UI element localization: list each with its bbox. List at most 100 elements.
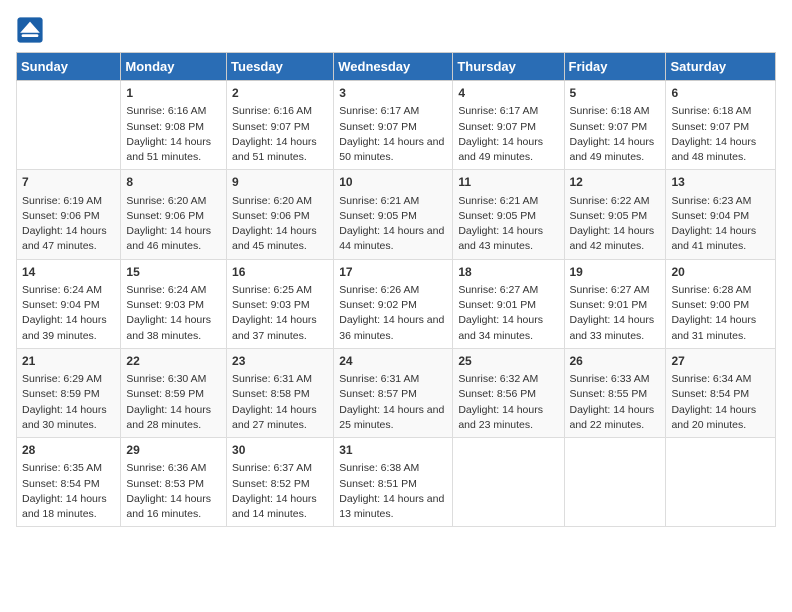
cell-sunrise: Sunrise: 6:23 AM <box>671 194 770 209</box>
cell-sunrise: Sunrise: 6:16 AM <box>126 104 221 119</box>
cell-sunrise: Sunrise: 6:16 AM <box>232 104 328 119</box>
day-number: 29 <box>126 442 221 459</box>
cell-sunset: Sunset: 8:57 PM <box>339 387 447 402</box>
calendar-cell: 2 Sunrise: 6:16 AMSunset: 9:07 PMDaylight… <box>227 81 334 170</box>
calendar-cell: 7Sunrise: 6:19 AMSunset: 9:06 PMDaylight… <box>17 170 121 259</box>
cell-daylight: Daylight: 14 hours and 36 minutes. <box>339 313 447 343</box>
cell-sunset: Sunset: 9:02 PM <box>339 298 447 313</box>
calendar-cell: 6Sunrise: 6:18 AMSunset: 9:07 PMDaylight… <box>666 81 776 170</box>
cell-daylight: Daylight: 14 hours and 18 minutes. <box>22 492 115 522</box>
calendar-cell: 8Sunrise: 6:20 AMSunset: 9:06 PMDaylight… <box>121 170 227 259</box>
day-number: 10 <box>339 174 447 191</box>
calendar-cell: 19Sunrise: 6:27 AMSunset: 9:01 PMDayligh… <box>564 259 666 348</box>
calendar-cell: 10Sunrise: 6:21 AMSunset: 9:05 PMDayligh… <box>334 170 453 259</box>
day-number: 25 <box>458 353 558 370</box>
cell-sunset: Sunset: 9:00 PM <box>671 298 770 313</box>
cell-daylight: Daylight: 14 hours and 47 minutes. <box>22 224 115 254</box>
day-number: 2 <box>232 85 328 102</box>
cell-sunset: Sunset: 9:07 PM <box>570 120 661 135</box>
cell-sunset: Sunset: 9:03 PM <box>232 298 328 313</box>
cell-daylight: Daylight: 14 hours and 49 minutes. <box>570 135 661 165</box>
day-number: 18 <box>458 264 558 281</box>
cell-sunrise: Sunrise: 6:28 AM <box>671 283 770 298</box>
cell-sunset: Sunset: 8:59 PM <box>126 387 221 402</box>
calendar-cell <box>666 438 776 527</box>
cell-daylight: Daylight: 14 hours and 31 minutes. <box>671 313 770 343</box>
calendar-cell: 9Sunrise: 6:20 AMSunset: 9:06 PMDaylight… <box>227 170 334 259</box>
cell-sunset: Sunset: 9:05 PM <box>570 209 661 224</box>
day-number: 22 <box>126 353 221 370</box>
cell-daylight: Daylight: 14 hours and 28 minutes. <box>126 403 221 433</box>
cell-sunrise: Sunrise: 6:18 AM <box>671 104 770 119</box>
day-number: 27 <box>671 353 770 370</box>
calendar-cell <box>17 81 121 170</box>
calendar-cell: 14Sunrise: 6:24 AMSunset: 9:04 PMDayligh… <box>17 259 121 348</box>
cell-sunrise: Sunrise: 6:17 AM <box>458 104 558 119</box>
day-number: 13 <box>671 174 770 191</box>
cell-sunrise: Sunrise: 6:24 AM <box>126 283 221 298</box>
cell-daylight: Daylight: 14 hours and 51 minutes. <box>232 135 328 165</box>
cell-sunset: Sunset: 8:58 PM <box>232 387 328 402</box>
cell-daylight: Daylight: 14 hours and 41 minutes. <box>671 224 770 254</box>
calendar-cell: 26Sunrise: 6:33 AMSunset: 8:55 PMDayligh… <box>564 348 666 437</box>
day-number: 5 <box>570 85 661 102</box>
cell-sunset: Sunset: 9:08 PM <box>126 120 221 135</box>
cell-sunset: Sunset: 9:03 PM <box>126 298 221 313</box>
calendar-header-row: SundayMondayTuesdayWednesdayThursdayFrid… <box>17 53 776 81</box>
day-number: 19 <box>570 264 661 281</box>
cell-sunrise: Sunrise: 6:22 AM <box>570 194 661 209</box>
calendar-cell: 30Sunrise: 6:37 AMSunset: 8:52 PMDayligh… <box>227 438 334 527</box>
calendar-cell: 25Sunrise: 6:32 AMSunset: 8:56 PMDayligh… <box>453 348 564 437</box>
cell-sunrise: Sunrise: 6:36 AM <box>126 461 221 476</box>
cell-daylight: Daylight: 14 hours and 14 minutes. <box>232 492 328 522</box>
calendar-cell: 20Sunrise: 6:28 AMSunset: 9:00 PMDayligh… <box>666 259 776 348</box>
cell-sunset: Sunset: 9:01 PM <box>570 298 661 313</box>
cell-sunrise: Sunrise: 6:26 AM <box>339 283 447 298</box>
day-number: 1 <box>126 85 221 102</box>
calendar-cell: 15Sunrise: 6:24 AMSunset: 9:03 PMDayligh… <box>121 259 227 348</box>
day-number: 4 <box>458 85 558 102</box>
calendar-cell: 5Sunrise: 6:18 AMSunset: 9:07 PMDaylight… <box>564 81 666 170</box>
cell-sunrise: Sunrise: 6:31 AM <box>339 372 447 387</box>
cell-sunset: Sunset: 8:54 PM <box>22 477 115 492</box>
day-number: 21 <box>22 353 115 370</box>
day-number: 16 <box>232 264 328 281</box>
cell-daylight: Daylight: 14 hours and 22 minutes. <box>570 403 661 433</box>
cell-sunrise: Sunrise: 6:37 AM <box>232 461 328 476</box>
cell-daylight: Daylight: 14 hours and 44 minutes. <box>339 224 447 254</box>
cell-sunset: Sunset: 8:51 PM <box>339 477 447 492</box>
cell-daylight: Daylight: 14 hours and 50 minutes. <box>339 135 447 165</box>
day-number: 3 <box>339 85 447 102</box>
day-number: 12 <box>570 174 661 191</box>
cell-sunrise: Sunrise: 6:30 AM <box>126 372 221 387</box>
day-number: 24 <box>339 353 447 370</box>
day-number: 9 <box>232 174 328 191</box>
cell-sunrise: Sunrise: 6:17 AM <box>339 104 447 119</box>
day-number: 26 <box>570 353 661 370</box>
cell-sunset: Sunset: 9:07 PM <box>232 120 328 135</box>
cell-sunset: Sunset: 9:07 PM <box>458 120 558 135</box>
cell-daylight: Daylight: 14 hours and 51 minutes. <box>126 135 221 165</box>
cell-daylight: Daylight: 14 hours and 23 minutes. <box>458 403 558 433</box>
calendar-cell: 18Sunrise: 6:27 AMSunset: 9:01 PMDayligh… <box>453 259 564 348</box>
cell-daylight: Daylight: 14 hours and 27 minutes. <box>232 403 328 433</box>
cell-daylight: Daylight: 14 hours and 20 minutes. <box>671 403 770 433</box>
cell-sunrise: Sunrise: 6:24 AM <box>22 283 115 298</box>
cell-sunrise: Sunrise: 6:27 AM <box>458 283 558 298</box>
day-number: 7 <box>22 174 115 191</box>
cell-sunset: Sunset: 8:53 PM <box>126 477 221 492</box>
cell-daylight: Daylight: 14 hours and 33 minutes. <box>570 313 661 343</box>
cell-sunrise: Sunrise: 6:31 AM <box>232 372 328 387</box>
cell-daylight: Daylight: 14 hours and 49 minutes. <box>458 135 558 165</box>
cell-daylight: Daylight: 14 hours and 37 minutes. <box>232 313 328 343</box>
weekday-header: Wednesday <box>334 53 453 81</box>
cell-sunrise: Sunrise: 6:32 AM <box>458 372 558 387</box>
calendar-week-row: 7Sunrise: 6:19 AMSunset: 9:06 PMDaylight… <box>17 170 776 259</box>
cell-sunset: Sunset: 9:06 PM <box>126 209 221 224</box>
cell-sunrise: Sunrise: 6:20 AM <box>232 194 328 209</box>
calendar-cell: 1 Sunrise: 6:16 AMSunset: 9:08 PMDaylight… <box>121 81 227 170</box>
cell-daylight: Daylight: 14 hours and 39 minutes. <box>22 313 115 343</box>
calendar-cell: 3Sunrise: 6:17 AMSunset: 9:07 PMDaylight… <box>334 81 453 170</box>
calendar-cell: 27Sunrise: 6:34 AMSunset: 8:54 PMDayligh… <box>666 348 776 437</box>
day-number: 6 <box>671 85 770 102</box>
